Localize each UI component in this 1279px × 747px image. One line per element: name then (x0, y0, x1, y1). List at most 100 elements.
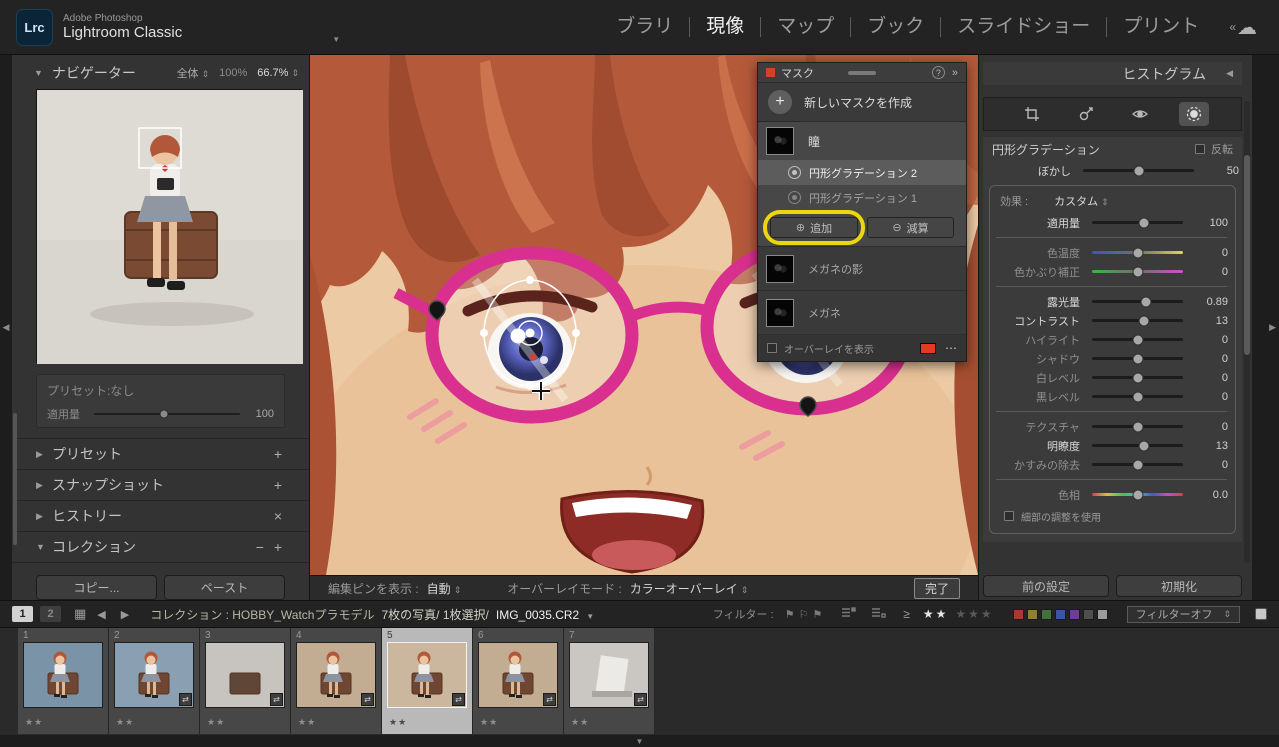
zoom-fit[interactable]: 全体 ⇕ (177, 65, 210, 81)
slider-track[interactable] (1092, 391, 1183, 402)
mask-row[interactable]: メガネ (758, 291, 966, 335)
previous-photo-icon[interactable]: ◀ (93, 608, 109, 621)
star-filter-on[interactable]: ★★ (923, 607, 949, 621)
second-window-button[interactable]: 2 (40, 606, 61, 622)
slider-handle[interactable] (1132, 353, 1143, 364)
color-chip-green[interactable] (1040, 608, 1052, 620)
cloud-sync-status[interactable]: « ☁ (1229, 15, 1257, 40)
slider-handle[interactable] (1132, 372, 1143, 383)
paste-button[interactable]: ペースト (164, 575, 285, 600)
filmstrip-thumb[interactable]: 1 ★★ (18, 628, 109, 734)
slider-handle[interactable] (1140, 296, 1152, 307)
slider-track[interactable] (1092, 315, 1183, 326)
slider-track[interactable] (1092, 459, 1183, 470)
module-slideshow[interactable]: スライドショー (941, 17, 1108, 37)
rating-rule[interactable]: ≥ (903, 607, 910, 621)
mask-center-pin[interactable] (525, 328, 535, 338)
module-caret-icon[interactable]: ▼ (332, 35, 340, 44)
healing-tool-icon[interactable] (1071, 102, 1101, 126)
thumb-photo[interactable]: ⇄ (479, 643, 557, 707)
disclosure-icon[interactable]: ▶ (36, 480, 52, 491)
source-breadcrumb[interactable]: コレクション : HOBBY_Watchプラモデル 7枚の写真/ 1枚選択/ I… (150, 606, 594, 623)
module-library[interactable]: ブラリ (600, 17, 691, 37)
help-icon[interactable]: ? (931, 66, 945, 79)
thumb-photo[interactable]: ⇄ (388, 643, 466, 707)
slider-handle[interactable] (1138, 315, 1150, 326)
done-button[interactable]: 完了 (913, 577, 960, 599)
filmstrip-collapse[interactable]: ▼ (0, 735, 1279, 747)
edit-pin-select[interactable]: 自動 ⇕ (427, 580, 462, 597)
unedited-filter-icon[interactable] (871, 605, 886, 623)
add-preset-button[interactable]: + (274, 446, 285, 462)
collection-add-remove-buttons[interactable]: − + (256, 539, 285, 555)
show-overlay-checkbox[interactable] (767, 343, 777, 353)
filter-preset-select[interactable]: フィルターオフ ⇕ (1126, 605, 1240, 623)
thumb-photo[interactable]: ⇄ (206, 643, 284, 707)
crop-tool-icon[interactable] (1017, 102, 1047, 126)
plus-icon[interactable]: + (768, 90, 792, 114)
main-window-button[interactable]: 1 (12, 606, 33, 622)
collection-name[interactable]: コレクション : HOBBY_Watchプラモデル (150, 606, 374, 623)
mask-add-button[interactable]: ⊕ 追加 (770, 217, 858, 238)
edited-filter-icon[interactable] (841, 605, 856, 623)
flag-reject-icon[interactable]: ⚑ (812, 609, 826, 621)
slider-handle[interactable] (1132, 247, 1143, 258)
overlay-mode-select[interactable]: カラーオーバーレイ ⇕ (630, 580, 748, 597)
color-chip-blue[interactable] (1054, 608, 1066, 620)
slider-handle[interactable] (1132, 421, 1143, 432)
color-chip-purple[interactable] (1068, 608, 1080, 620)
preset-amount-slider[interactable] (94, 409, 240, 419)
zoom-custom[interactable]: 66.7% ⇕ (257, 67, 299, 79)
mask-group-row[interactable]: 瞳 (758, 122, 966, 160)
mask-handle-left[interactable] (480, 329, 488, 337)
filmstrip-thumb[interactable]: 6 ⇄ ★★ (473, 628, 564, 734)
slider-track[interactable] (1092, 247, 1183, 258)
caret-left-icon[interactable]: ◀ (1226, 68, 1233, 79)
flag-filters[interactable]: ⚑⚐⚑ (785, 608, 827, 621)
mask-component-row[interactable]: 円形グラデーション 2 (758, 160, 966, 185)
slider-track[interactable] (1092, 296, 1183, 307)
disclosure-icon[interactable]: ▶ (36, 511, 52, 522)
sidebar-item-presets[interactable]: ▶ プリセット + (12, 439, 309, 470)
color-chip-gray[interactable] (1082, 608, 1094, 620)
slider-track[interactable] (1092, 334, 1183, 345)
flag-pick-icon[interactable]: ⚑ (785, 609, 799, 621)
module-develop[interactable]: 現像 (690, 17, 762, 37)
mask-handle-right[interactable] (572, 329, 580, 337)
copy-button[interactable]: コピー... (36, 575, 157, 600)
slider-track[interactable] (1092, 372, 1183, 383)
color-chip-yellow[interactable] (1026, 608, 1038, 620)
disclosure-icon[interactable]: ▼ (36, 542, 52, 552)
add-snapshot-button[interactable]: + (274, 477, 285, 493)
module-book[interactable]: ブック (851, 17, 942, 37)
color-chip-red[interactable] (1012, 608, 1024, 620)
overlay-color-swatch[interactable] (920, 342, 936, 354)
sidebar-item-history[interactable]: ▶ ヒストリー × (12, 501, 309, 532)
more-options-icon[interactable]: ⋯ (945, 341, 957, 355)
thumb-photo[interactable]: ⇄ (297, 643, 375, 707)
dock-panel-icon[interactable]: » (952, 67, 958, 79)
invert-control[interactable]: 反転 (1195, 141, 1233, 157)
color-chip-none[interactable] (1096, 608, 1108, 620)
module-print[interactable]: プリント (1107, 17, 1215, 37)
thumb-photo[interactable] (24, 643, 102, 707)
fine-adjust-checkbox[interactable] (1004, 511, 1014, 521)
slider-track[interactable] (1092, 266, 1183, 277)
reset-button[interactable]: 初期化 (1116, 575, 1242, 597)
thumb-photo[interactable]: ⇄ (115, 643, 193, 707)
module-map[interactable]: マップ (761, 17, 852, 37)
navigator-preview[interactable] (36, 89, 303, 364)
effect-select[interactable]: カスタム ⇕ (1054, 193, 1109, 209)
flag-unflagged-icon[interactable]: ⚐ (799, 609, 813, 621)
left-scrollbar[interactable] (13, 413, 17, 545)
mask-row[interactable]: メガネの影 (758, 247, 966, 291)
filmstrip-thumb[interactable]: 4 ⇄ ★★ (291, 628, 382, 734)
filmstrip-thumb-selected[interactable]: 5 ⇄ ★★ (382, 628, 473, 734)
slider-handle[interactable] (1132, 489, 1143, 500)
slider-handle[interactable] (1132, 459, 1143, 470)
slider-track[interactable] (1083, 165, 1194, 176)
sidebar-item-collections[interactable]: ▼ コレクション − + (12, 532, 309, 563)
slider-track[interactable] (1092, 353, 1183, 364)
disclosure-icon[interactable]: ▶ (36, 449, 52, 460)
slider-handle[interactable] (1138, 440, 1150, 451)
